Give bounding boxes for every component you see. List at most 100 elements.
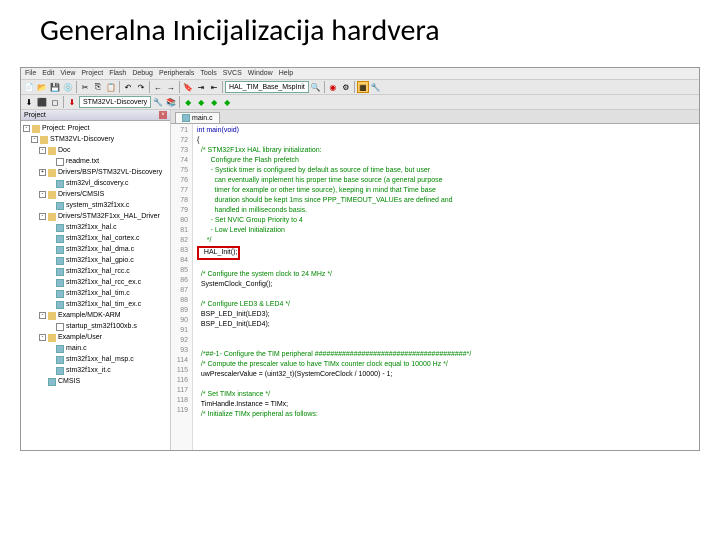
tree-root[interactable]: - Project: Project (23, 123, 168, 134)
line-gutter: 71 72 73 74 75 76 77 78 79 80 81 82 83 8… (171, 124, 193, 450)
debug-select[interactable]: HAL_TIM_Base_MspInit (225, 81, 309, 93)
tree-node[interactable]: system_stm32f1xx.c (23, 200, 168, 211)
tree-node[interactable]: stm32f1xx_hal_tim_ex.c (23, 299, 168, 310)
node-label: Example/User (58, 332, 102, 343)
menu-peripherals[interactable]: Peripherals (159, 70, 194, 77)
tree-node[interactable]: -STM32VL-Discovery (23, 134, 168, 145)
expand-icon[interactable]: - (39, 147, 46, 154)
menu-flash[interactable]: Flash (109, 70, 126, 77)
outdent-icon[interactable]: ⇤ (208, 81, 220, 93)
redo-icon[interactable]: ↷ (135, 81, 147, 93)
cfile-icon (56, 180, 64, 188)
node-label: stm32f1xx_hal_gpio.c (66, 255, 134, 266)
node-label: Doc (58, 145, 70, 156)
window-icon[interactable]: ▦ (357, 81, 369, 93)
tree-node[interactable]: stm32f1xx_hal_rcc_ex.c (23, 277, 168, 288)
fold-icon (48, 169, 56, 177)
clean-icon[interactable]: ◻ (49, 96, 61, 108)
menu-window[interactable]: Window (248, 70, 273, 77)
expand-icon[interactable]: - (39, 312, 46, 319)
expand-icon[interactable]: - (39, 213, 46, 220)
new-icon[interactable]: 📄 (23, 81, 35, 93)
back-icon[interactable]: ← (152, 81, 164, 93)
tab-label: main.c (192, 115, 213, 122)
tree-node[interactable]: stm32f1xx_hal_msp.c (23, 354, 168, 365)
tree-node[interactable]: stm32f1xx_hal.c (23, 222, 168, 233)
build-icon[interactable]: ⬇ (23, 96, 35, 108)
wrench-icon[interactable]: 🔧 (370, 81, 382, 93)
toolbar-1: 📄 📂 💾 💿 ✂ ⎘ 📋 ↶ ↷ ← → 🔖 ⇥ ⇤ HAL_TIM_Base… (21, 80, 699, 95)
expand-icon[interactable]: - (39, 334, 46, 341)
menu-help[interactable]: Help (279, 70, 293, 77)
code-area[interactable]: 71 72 73 74 75 76 77 78 79 80 81 82 83 8… (171, 124, 699, 450)
saveall-icon[interactable]: 💿 (62, 81, 74, 93)
tree-node[interactable]: main.c (23, 343, 168, 354)
find-icon[interactable]: 🔍 (310, 81, 322, 93)
fwd-icon[interactable]: → (165, 81, 177, 93)
tree-node[interactable]: stm32f1xx_it.c (23, 365, 168, 376)
project-tree[interactable]: - Project: Project -STM32VL-Discovery-Do… (21, 121, 170, 389)
menu-edit[interactable]: Edit (42, 70, 54, 77)
tree-node[interactable]: stm32f1xx_hal_dma.c (23, 244, 168, 255)
p2-icon[interactable]: ◆ (195, 96, 207, 108)
node-label: stm32f1xx_hal_rcc_ex.c (66, 277, 141, 288)
cut-icon[interactable]: ✂ (79, 81, 91, 93)
menu-file[interactable]: File (25, 70, 36, 77)
p3-icon[interactable]: ◆ (208, 96, 220, 108)
tree-node[interactable]: + Drivers/BSP/STM32VL-Discovery (23, 167, 168, 178)
menu-view[interactable]: View (60, 70, 75, 77)
cfile-icon (56, 367, 64, 375)
tree-node[interactable]: startup_stm32f100xb.s (23, 321, 168, 332)
menu-project[interactable]: Project (81, 70, 103, 77)
debug-icon[interactable]: ◉ (327, 81, 339, 93)
bookmark-icon[interactable]: 🔖 (182, 81, 194, 93)
menu-tools[interactable]: Tools (200, 70, 216, 77)
tree-node[interactable]: - Drivers/STM32F1xx_HAL_Driver (23, 211, 168, 222)
fold-icon (48, 334, 56, 342)
menu-debug[interactable]: Debug (132, 70, 153, 77)
open-icon[interactable]: 📂 (36, 81, 48, 93)
cfile-icon (56, 290, 64, 298)
close-icon[interactable]: × (159, 111, 167, 119)
menubar: File Edit View Project Flash Debug Peripherals… (21, 68, 699, 80)
tree-node[interactable]: stm32f1xx_hal_cortex.c (23, 233, 168, 244)
expand-icon[interactable]: - (23, 125, 30, 132)
code-lines[interactable]: int main(void) { /* STM32F1xx HAL librar… (193, 124, 699, 450)
tree-node[interactable]: readme.txt (23, 156, 168, 167)
menu-svcs[interactable]: SVCS (223, 70, 242, 77)
target-select[interactable]: STM32VL-Discovery (79, 96, 151, 108)
tree-node[interactable]: stm32f1xx_hal_gpio.c (23, 255, 168, 266)
expand-icon[interactable]: + (39, 169, 46, 176)
rebuild-icon[interactable]: ⬛ (36, 96, 48, 108)
options-icon[interactable]: 🔧 (152, 96, 164, 108)
indent-icon[interactable]: ⇥ (195, 81, 207, 93)
slide-title: Generalna Inicijalizacija hardvera (0, 0, 720, 57)
tree-node[interactable]: stm32f1xx_hal_tim.c (23, 288, 168, 299)
copy-icon[interactable]: ⎘ (92, 81, 104, 93)
tree-node[interactable]: stm32f1xx_hal_rcc.c (23, 266, 168, 277)
expand-icon[interactable]: - (31, 136, 38, 143)
paste-icon[interactable]: 📋 (105, 81, 117, 93)
tree-node[interactable]: stm32vl_discovery.c (23, 178, 168, 189)
node-label: stm32vl_discovery.c (66, 178, 129, 189)
tree-node[interactable]: CMSIS (23, 376, 168, 387)
node-label: Example/MDK-ARM (58, 310, 121, 321)
manage-icon[interactable]: 📚 (165, 96, 177, 108)
cfile-icon (56, 301, 64, 309)
node-label: Drivers/STM32F1xx_HAL_Driver (58, 211, 160, 222)
node-label: stm32f1xx_hal_tim_ex.c (66, 299, 141, 310)
tree-node[interactable]: - Example/User (23, 332, 168, 343)
tree-node[interactable]: -Drivers/CMSIS (23, 189, 168, 200)
tab-mainc[interactable]: main.c (175, 112, 220, 123)
p4-icon[interactable]: ◆ (221, 96, 233, 108)
load-icon[interactable]: ⬇ (66, 96, 78, 108)
pack-icon[interactable]: ◆ (182, 96, 194, 108)
tree-node[interactable]: - Example/MDK-ARM (23, 310, 168, 321)
save-icon[interactable]: 💾 (49, 81, 61, 93)
config-icon[interactable]: ⚙ (340, 81, 352, 93)
node-label: Drivers/BSP/STM32VL-Discovery (58, 167, 162, 178)
undo-icon[interactable]: ↶ (122, 81, 134, 93)
tree-node[interactable]: - Doc (23, 145, 168, 156)
editor-tabs: main.c (171, 110, 699, 124)
expand-icon[interactable]: - (39, 191, 46, 198)
